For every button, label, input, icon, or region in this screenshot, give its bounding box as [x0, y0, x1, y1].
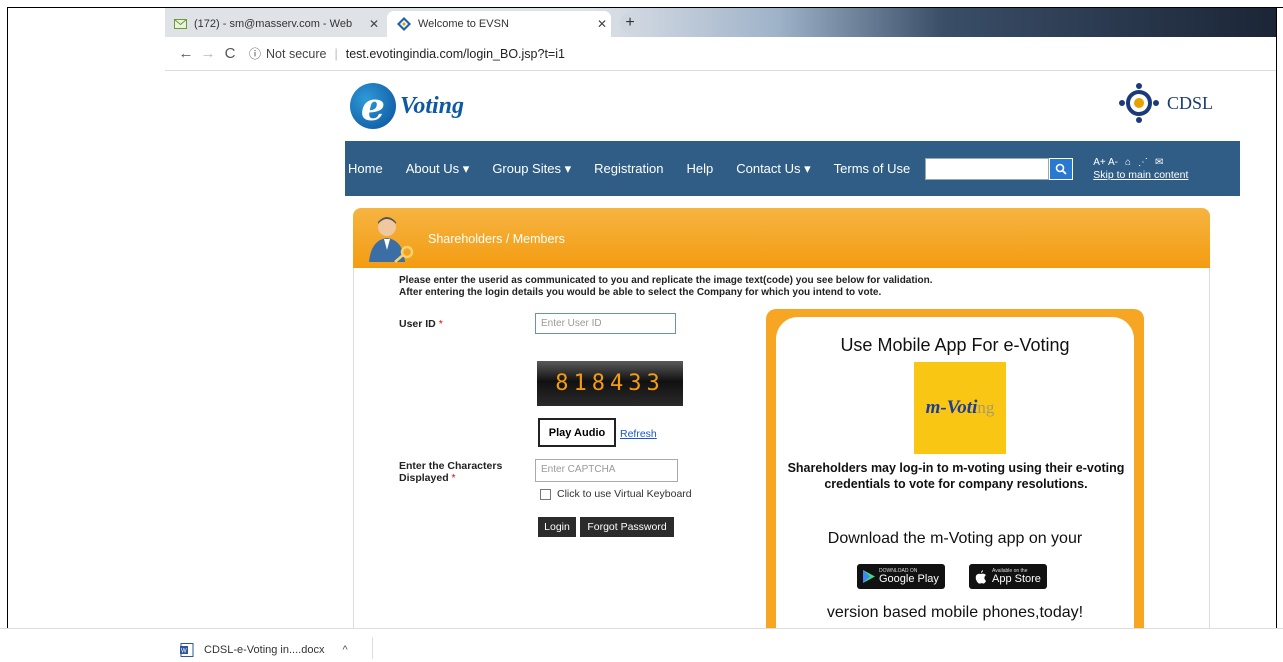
captcha-input[interactable]: Enter CAPTCHA — [535, 459, 678, 482]
promo-footer-text: version based mobile phones,today! — [826, 604, 1084, 621]
address-bar[interactable]: ⓘ Not secure | test.evotingindia.com/log… — [249, 45, 565, 62]
forgot-password-button[interactable]: Forgot Password — [580, 517, 674, 537]
play-audio-button[interactable]: Play Audio — [538, 418, 616, 447]
app-store-big: App Store — [992, 573, 1041, 585]
nav-help[interactable]: Help — [686, 161, 713, 176]
apple-icon — [975, 569, 986, 584]
login-button[interactable]: Login — [538, 517, 576, 537]
home-icon[interactable]: ⌂ — [1125, 157, 1131, 168]
word-doc-icon: W — [180, 643, 194, 657]
security-label: Not secure — [266, 46, 327, 61]
forward-arrow-icon[interactable]: → — [197, 45, 219, 62]
captcha-label-line-2: Displayed — [399, 472, 449, 484]
font-size-icons[interactable]: A+ A- — [1093, 157, 1118, 168]
promo-inner: Use Mobile App For e-Voting m-Voti ng Sha… — [776, 317, 1134, 629]
cdsl-emblem-icon — [1118, 83, 1159, 123]
instructions-line-1: Please enter the userid as communicated … — [399, 275, 933, 286]
reload-icon[interactable]: C — [219, 45, 241, 62]
userid-label: User ID * — [399, 318, 443, 330]
instructions-line-2: After entering the login details you wou… — [399, 287, 882, 298]
shareholders-panel-header: Shareholders / Members — [353, 208, 1210, 268]
promo-title: Use Mobile App For e-Voting — [840, 335, 1070, 355]
nav-registration[interactable]: Registration — [594, 161, 663, 176]
tab-evsn[interactable]: Welcome to EVSN ✕ — [387, 11, 611, 37]
search-button[interactable] — [1049, 157, 1074, 180]
download-filename: CDSL-e-Voting in....docx — [204, 644, 325, 656]
nav-contact-us[interactable]: Contact Us ▾ — [736, 161, 810, 177]
virtual-keyboard-label: Click to use Virtual Keyboard — [557, 488, 692, 500]
app-store-badge[interactable]: Available on the App Store — [969, 564, 1047, 589]
site-header: e Voting CDSL Home About Us ▾ Group Site… — [345, 71, 1240, 196]
browser-tabstrip: (172) - sm@masserv.com - Web ✕ Welcome t… — [165, 8, 1276, 37]
accessibility-tools: A+ A- ⌂ ⋰ ✉ Skip to main content — [1093, 157, 1188, 181]
virtual-keyboard-option[interactable]: Click to use Virtual Keyboard — [540, 488, 692, 500]
panel-title: Shareholders / Members — [428, 232, 565, 246]
back-arrow-icon[interactable]: ← — [175, 45, 197, 62]
logo-row: e Voting CDSL — [345, 71, 1240, 141]
chevron-up-icon[interactable]: ^ — [342, 644, 347, 656]
captcha-label: Enter the Characters Displayed * — [399, 460, 502, 484]
diamond-icon — [397, 17, 411, 31]
new-tab-button[interactable]: + — [620, 13, 640, 33]
captcha-label-line-1: Enter the Characters — [399, 460, 503, 472]
m-voting-logo-fade: ng — [977, 398, 995, 417]
close-icon[interactable]: ✕ — [365, 17, 383, 31]
tab-mail[interactable]: (172) - sm@masserv.com - Web ✕ — [173, 11, 383, 37]
sitemap-icon[interactable]: ⋰ — [1138, 157, 1148, 168]
userid-label-text: User ID — [399, 318, 436, 330]
nav-about-us[interactable]: About Us ▾ — [406, 161, 470, 177]
promo-download-text: Download the m-Voting app on your — [827, 530, 1083, 547]
google-play-icon — [863, 570, 875, 583]
info-icon: ⓘ — [249, 47, 262, 61]
download-item[interactable]: W CDSL-e-Voting in....docx ^ — [180, 643, 348, 657]
google-play-big: Google Play — [879, 573, 939, 585]
e-logo-icon: e — [350, 83, 396, 129]
site-search-input[interactable] — [925, 157, 1050, 180]
required-marker: * — [438, 318, 443, 330]
doc-border-left — [7, 7, 8, 662]
evoting-logo-text: Voting — [400, 92, 465, 119]
google-play-badge[interactable]: DOWNLOAD ON Google Play — [857, 564, 945, 589]
nav-terms-of-use[interactable]: Terms of Use — [834, 161, 911, 176]
downloads-bar: W CDSL-e-Voting in....docx ^ — [0, 628, 1283, 662]
required-marker: * — [451, 472, 456, 484]
main-navbar: Home About Us ▾ Group Sites ▾ Registrati… — [345, 141, 1240, 196]
browser-toolbar: ← → C ⓘ Not secure | test.evotingindia.c… — [165, 37, 1276, 71]
promo-description: Shareholders may log-in to m-voting usin… — [787, 461, 1125, 491]
nav-group-sites[interactable]: Group Sites ▾ — [492, 161, 571, 177]
login-instructions: Please enter the userid as communicated … — [399, 275, 932, 299]
userid-input[interactable]: Enter User ID — [535, 313, 676, 334]
url-text: test.evotingindia.com/login_BO.jsp?t=i1 — [345, 46, 565, 61]
separator: | — [334, 46, 338, 61]
skip-to-main-link[interactable]: Skip to main content — [1093, 169, 1188, 181]
m-voting-logo: m-Voti ng — [914, 362, 1006, 454]
svg-text:W: W — [181, 649, 187, 655]
m-voting-logo-text: m-Voti — [925, 397, 978, 418]
tab-title: Welcome to EVSN — [418, 18, 509, 30]
tab-title: (172) - sm@masserv.com - Web — [194, 18, 353, 30]
downloads-separator — [372, 637, 373, 659]
refresh-captcha-link[interactable]: Refresh — [620, 428, 657, 440]
nav-home[interactable]: Home — [348, 161, 383, 176]
close-icon[interactable]: ✕ — [593, 17, 611, 31]
user-key-icon — [369, 217, 414, 263]
mobile-app-promo: Use Mobile App For e-Voting m-Voti ng Sha… — [766, 309, 1144, 629]
search-icon — [1055, 163, 1067, 175]
captcha-image: 818433 — [537, 361, 683, 406]
mail-icon[interactable]: ✉ — [1155, 157, 1163, 168]
virtual-keyboard-checkbox[interactable] — [540, 488, 551, 500]
evoting-logo[interactable]: e Voting — [350, 83, 464, 129]
mail-icon — [173, 17, 187, 31]
page: (172) - sm@masserv.com - Web ✕ Welcome t… — [0, 0, 1283, 662]
doc-border-right — [1276, 7, 1277, 662]
cdsl-logo-text: CDSL — [1166, 92, 1213, 113]
cdsl-logo[interactable]: CDSL — [1117, 81, 1213, 125]
